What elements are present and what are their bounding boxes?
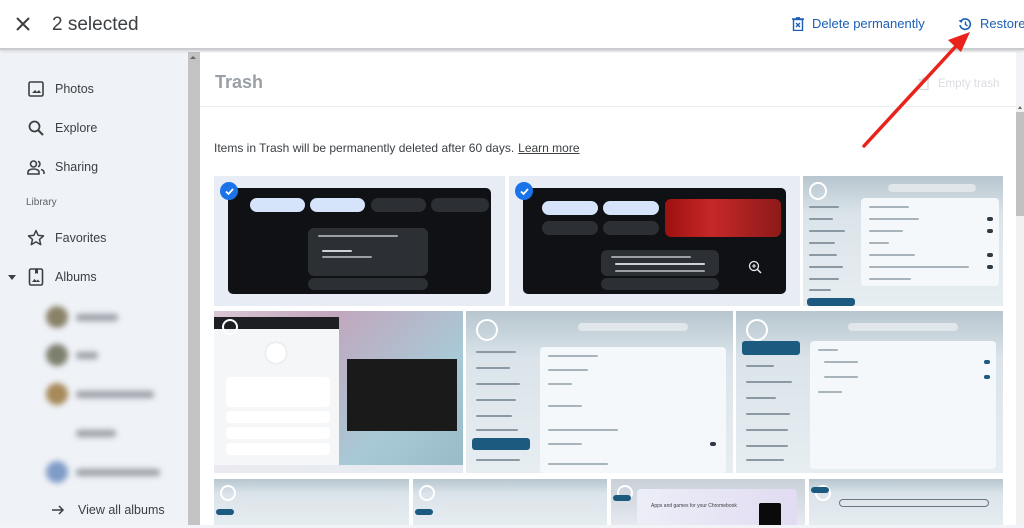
album-thumbnail bbox=[46, 306, 68, 328]
photo-tile[interactable] bbox=[809, 479, 1003, 525]
arrow-right-icon bbox=[52, 505, 65, 515]
learn-more-link[interactable]: Learn more bbox=[518, 141, 579, 155]
title-divider bbox=[200, 106, 1016, 107]
album-name bbox=[76, 313, 118, 321]
screenshot-thumbnail bbox=[809, 479, 1003, 525]
photo-tile[interactable] bbox=[214, 311, 463, 473]
album-name bbox=[76, 390, 154, 398]
trash-icon bbox=[918, 77, 930, 90]
view-all-albums-link[interactable]: View all albums bbox=[0, 492, 188, 528]
sidebar-item-favorites[interactable]: Favorites bbox=[0, 220, 188, 256]
sidebar-item-label: Favorites bbox=[55, 231, 107, 245]
selected-check-icon[interactable] bbox=[515, 182, 533, 200]
album-item[interactable] bbox=[46, 381, 186, 407]
sidebar-item-explore[interactable]: Explore bbox=[0, 110, 188, 146]
photo-icon bbox=[28, 81, 44, 97]
photo-tile[interactable] bbox=[803, 176, 1003, 306]
selected-check-icon[interactable] bbox=[220, 182, 238, 200]
delete-forever-icon bbox=[792, 16, 804, 31]
scroll-up-arrow-icon[interactable] bbox=[1018, 106, 1022, 109]
album-thumbnail bbox=[46, 422, 68, 444]
people-icon bbox=[27, 160, 45, 175]
album-item[interactable] bbox=[46, 459, 186, 485]
main-scrollbar-thumb[interactable] bbox=[1016, 112, 1024, 216]
album-thumbnail bbox=[46, 383, 68, 405]
album-name bbox=[76, 351, 98, 359]
page-title: Trash bbox=[215, 72, 264, 92]
screenshot-thumbnail bbox=[736, 311, 1003, 473]
selection-toolbar: 2 selected Delete permanently Restore bbox=[0, 0, 1024, 50]
photo-tile[interactable] bbox=[413, 479, 607, 525]
album-thumbnail bbox=[46, 344, 68, 366]
photo-tile[interactable] bbox=[214, 176, 505, 306]
delete-permanently-label: Delete permanently bbox=[812, 16, 925, 31]
screenshot-thumbnail bbox=[413, 479, 607, 525]
empty-trash-button[interactable]: Empty trash bbox=[918, 77, 999, 90]
star-icon bbox=[27, 229, 45, 246]
library-section-label: Library bbox=[26, 197, 57, 208]
photo-tile[interactable]: Apps and games for your Chromebook bbox=[611, 479, 805, 525]
album-item[interactable] bbox=[46, 342, 186, 368]
expand-caret-icon[interactable] bbox=[8, 274, 16, 280]
photo-tile[interactable] bbox=[466, 311, 733, 473]
delete-permanently-button[interactable]: Delete permanently bbox=[792, 16, 925, 31]
screenshot-thumbnail bbox=[466, 311, 733, 473]
zoom-in-icon[interactable] bbox=[748, 260, 762, 274]
album-icon bbox=[28, 268, 44, 286]
banner-text: Apps and games for your Chromebook bbox=[651, 503, 737, 509]
screenshot-thumbnail bbox=[228, 188, 491, 294]
search-icon bbox=[28, 120, 44, 136]
sidebar-item-sharing[interactable]: Sharing bbox=[0, 149, 188, 185]
sidebar-item-albums[interactable]: Albums bbox=[0, 259, 188, 295]
album-name bbox=[76, 468, 160, 476]
sidebar: Photos Explore Sharing Library Favorites… bbox=[0, 52, 188, 525]
album-name bbox=[76, 429, 116, 437]
album-thumbnail bbox=[46, 461, 68, 483]
restore-button[interactable]: Restore bbox=[958, 16, 1024, 31]
sidebar-item-label: Explore bbox=[55, 121, 98, 135]
close-selection-button[interactable] bbox=[12, 13, 34, 35]
photo-tile[interactable] bbox=[736, 311, 1003, 473]
restore-label: Restore bbox=[980, 16, 1024, 31]
info-text: Items in Trash will be permanently delet… bbox=[214, 141, 515, 155]
view-all-albums-label: View all albums bbox=[78, 503, 165, 517]
screenshot-thumbnail bbox=[523, 188, 786, 294]
trash-page: Trash Empty trash Items in Trash will be… bbox=[200, 52, 1016, 525]
screenshot-thumbnail: Apps and games for your Chromebook bbox=[611, 479, 805, 525]
empty-trash-label: Empty trash bbox=[938, 77, 1000, 90]
screenshot-thumbnail bbox=[803, 176, 1003, 306]
sidebar-item-label: Photos bbox=[55, 82, 94, 96]
screenshot-thumbnail bbox=[214, 311, 463, 473]
screenshot-thumbnail bbox=[214, 479, 409, 525]
photo-tile[interactable] bbox=[214, 479, 409, 525]
album-item[interactable] bbox=[46, 420, 186, 446]
sidebar-item-label: Albums bbox=[55, 270, 97, 284]
sidebar-item-label: Sharing bbox=[55, 160, 99, 174]
photo-tile[interactable] bbox=[509, 176, 800, 306]
restore-icon bbox=[958, 17, 972, 30]
album-item[interactable] bbox=[46, 304, 186, 330]
selected-count: 2 selected bbox=[52, 14, 139, 35]
scroll-up-arrow-icon[interactable] bbox=[190, 56, 196, 59]
sidebar-scrollbar[interactable] bbox=[188, 52, 200, 525]
sidebar-item-photos[interactable]: Photos bbox=[0, 71, 188, 107]
trash-info-text: Items in Trash will be permanently delet… bbox=[214, 141, 580, 155]
close-icon bbox=[16, 17, 30, 31]
